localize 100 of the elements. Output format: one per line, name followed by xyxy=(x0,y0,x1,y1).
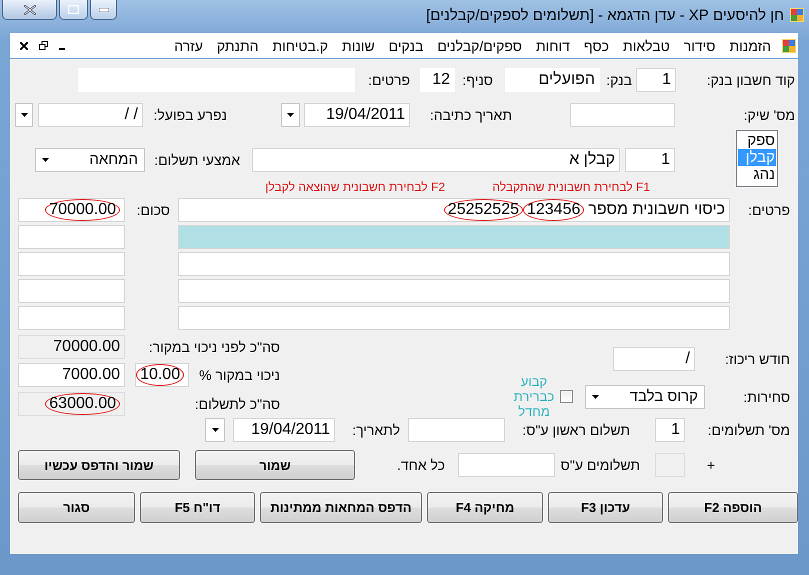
action-button[interactable]: סגור xyxy=(18,492,135,523)
field-label: פרטים: xyxy=(747,202,790,218)
circled-value: 63000.00 xyxy=(45,393,120,415)
text-field[interactable]: 19/04/2011 xyxy=(233,418,335,442)
text-field[interactable]: / xyxy=(613,347,695,371)
menu-item[interactable]: עזרה xyxy=(167,38,210,54)
menu-item[interactable]: התנתק xyxy=(210,38,266,54)
field-label: סחירות: xyxy=(742,388,790,404)
field-label: קוד חשבון בנק: xyxy=(706,72,795,88)
text-field[interactable] xyxy=(178,224,730,248)
field-label: חודש ריכוז: xyxy=(724,351,790,367)
close-icon[interactable] xyxy=(20,42,28,50)
checkbox[interactable] xyxy=(560,390,573,403)
save-button[interactable]: שמור xyxy=(195,450,355,480)
text-field[interactable]: 1 xyxy=(625,148,675,172)
menu-item[interactable]: דוחות xyxy=(528,38,577,54)
text-field[interactable] xyxy=(178,252,730,276)
field-text: כיסוי חשבונית מספר xyxy=(588,200,725,218)
dropdown-button[interactable] xyxy=(15,102,33,126)
text-field[interactable]: הפועלים xyxy=(505,68,600,92)
field-label: תאריך כתיבה: xyxy=(428,106,512,122)
field-label: מס' תשלומים: xyxy=(706,422,790,438)
maximize-button[interactable] xyxy=(59,0,88,20)
action-button[interactable]: מחיקה F4 xyxy=(427,492,543,523)
dropdown-button[interactable] xyxy=(281,102,300,126)
menu-item[interactable]: טבלאות xyxy=(616,38,677,54)
field-label: סכום: xyxy=(136,202,170,218)
field-label: נפרע בפועל: xyxy=(155,106,227,122)
text-field[interactable]: 10.00 xyxy=(135,363,190,387)
action-button[interactable]: עדכון F3 xyxy=(548,492,663,523)
action-button[interactable]: הדפס המחאות ממתינות xyxy=(260,492,422,523)
checkbox-label: קבוע כברירת מחדל xyxy=(513,374,555,419)
text-field[interactable]: 1 xyxy=(655,418,685,442)
minimize-button[interactable] xyxy=(90,0,117,20)
app-icon xyxy=(790,8,804,22)
text-field[interactable]: 12 xyxy=(420,68,455,92)
list-item[interactable]: ספק xyxy=(738,132,776,149)
field-label: תשלומים ע"ס xyxy=(560,457,640,473)
app-icon xyxy=(782,38,796,52)
menu-item[interactable]: שונות xyxy=(335,38,382,54)
window-title: חן להיסעים XP - עדן הדגמא - [תשלומים לספקים/קבלנים] xyxy=(426,6,784,24)
text-field[interactable]: קבלן א xyxy=(252,148,620,172)
text-field[interactable] xyxy=(18,224,125,248)
circled-value: 25252525 xyxy=(444,198,523,220)
field-text: 70000.00 xyxy=(53,338,120,356)
text-field[interactable]: 7000.00 xyxy=(18,363,125,387)
field-label: לתאריך: xyxy=(351,422,400,438)
field-label: כל אחד. xyxy=(396,457,445,473)
text-field[interactable] xyxy=(18,306,125,330)
field-label: מס' שיק: xyxy=(742,106,795,122)
field-label: ניכוי במקור % xyxy=(199,367,281,383)
text-field[interactable] xyxy=(570,102,675,126)
circled-value: 70000.00 xyxy=(45,198,120,220)
field-label: תשלום ראשון ע"ס: xyxy=(521,422,630,438)
caret-icon xyxy=(212,428,218,432)
action-button[interactable]: דו"ח F5 xyxy=(140,492,255,523)
text-field[interactable] xyxy=(18,278,125,302)
text-field[interactable]: 70000.00 xyxy=(18,198,125,222)
text-field[interactable] xyxy=(458,453,555,477)
field-label: פרטים: xyxy=(367,72,410,88)
menu-item[interactable]: כסף xyxy=(576,38,616,54)
maximize-icon xyxy=(68,5,79,14)
menu-item[interactable]: הזמנות xyxy=(722,38,778,54)
dropdown-field[interactable]: המחאה xyxy=(35,148,145,172)
caret-icon xyxy=(20,112,28,116)
field-text: 7000.00 xyxy=(62,366,120,384)
text-field[interactable] xyxy=(408,418,505,442)
field-label: סניף: xyxy=(461,72,493,88)
text-field[interactable] xyxy=(178,306,730,330)
menu-item[interactable]: ק.בטיחות xyxy=(266,38,336,54)
circled-value: 123456 xyxy=(522,198,584,220)
payee-type-list[interactable]: ספק קבלן נהג xyxy=(736,130,778,187)
minimize-icon xyxy=(98,8,108,12)
field-label: סה"כ לתשלום: xyxy=(194,396,281,412)
close-button[interactable] xyxy=(2,0,57,20)
caret-icon xyxy=(287,112,294,116)
menu-item[interactable]: בנקים xyxy=(382,38,430,54)
circled-value: 10.00 xyxy=(136,364,184,386)
text-field[interactable]: 1 xyxy=(636,68,676,92)
caret-icon xyxy=(42,158,49,162)
field-label: בנק: xyxy=(605,72,632,88)
text-field[interactable]: 19/04/2011 xyxy=(304,102,410,126)
save-button[interactable]: שמור והדפס עכשיו xyxy=(18,450,180,480)
list-item[interactable]: נהג xyxy=(738,166,776,183)
text-field[interactable] xyxy=(18,252,125,276)
menu-item[interactable]: ספקים/קבלנים xyxy=(430,38,529,54)
text-field[interactable]: / / xyxy=(38,102,143,126)
hint-text: F2 לבחירת חשבונית שהוצאה לקבלן xyxy=(264,180,445,194)
field-label: סה"כ לפני ניכוי במקור: xyxy=(148,339,281,355)
action-button[interactable]: הוספה F2 xyxy=(668,492,798,523)
dropdown-button[interactable] xyxy=(205,418,225,442)
restore-icon[interactable] xyxy=(39,41,48,50)
dropdown-field[interactable]: קרוס בלבד xyxy=(585,384,705,408)
text-field[interactable] xyxy=(178,278,730,302)
field-label: + xyxy=(706,457,715,473)
hint-text: F1 לבחירת חשבונית שהתקבלה xyxy=(491,180,650,194)
menu-item[interactable]: סידור xyxy=(676,38,722,54)
close-icon xyxy=(24,4,36,14)
caret-icon xyxy=(592,394,599,398)
field-label: אמצעי תשלום: xyxy=(155,152,240,168)
